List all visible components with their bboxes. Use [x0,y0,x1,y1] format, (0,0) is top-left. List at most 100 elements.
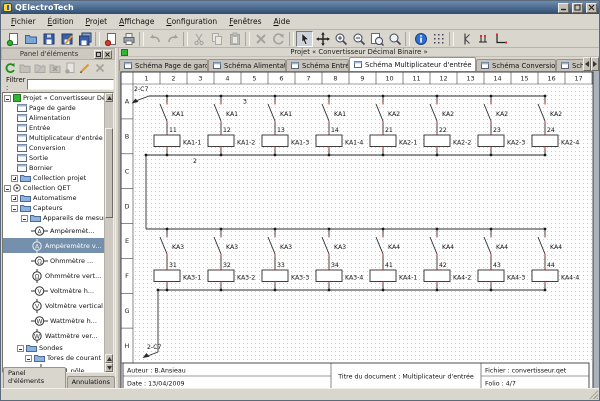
tree-item-sortie[interactable]: Sortie [3,153,104,163]
menu-edition[interactable]: Édition [42,15,80,28]
expander-collapsed-icon[interactable] [11,175,18,182]
menu-projet[interactable]: Projet [80,15,114,28]
close-file-button[interactable] [102,31,119,47]
grid-button[interactable] [430,31,447,47]
open-button[interactable] [22,31,39,47]
add-terminal-button[interactable] [474,31,491,47]
cut-button[interactable] [190,31,207,47]
title-bar[interactable]: QElectroTech [1,1,599,14]
tree-item-appareils-de-mesure[interactable]: Appareils de mesure [3,213,104,223]
scrollbar-thumb[interactable] [105,128,113,218]
expander-expanded-icon[interactable] [4,185,11,192]
copy-button[interactable] [208,31,225,47]
tree-item-bornier[interactable]: Bornier [3,163,104,173]
scroll-up-button[interactable] [105,93,113,102]
expander-expanded-icon[interactable] [17,345,24,352]
zoom-reset-button[interactable] [386,31,403,47]
diagram-canvas[interactable]: 1234567891011121314151617 ABCDEFGH 2-C7 … [119,71,599,388]
zoom-fit-button[interactable] [368,31,385,47]
svg-text:W: W [34,333,40,340]
menu-fenetres[interactable]: Fenêtres [223,15,267,28]
scroll-down-button[interactable] [105,363,113,372]
menu-configuration[interactable]: Configuration [160,15,223,28]
scroll-up-button-2[interactable] [105,354,113,363]
maximize-button[interactable] [572,3,583,13]
add-conductor-button[interactable] [492,31,509,47]
tree-item-wattmetre-h[interactable]: W Wattmètre h... [3,313,104,328]
tree-item-automatisme[interactable]: Automatisme [3,193,104,203]
dock-float-button[interactable] [94,50,103,59]
edit-element-button[interactable] [78,61,92,75]
tab-schema-conversion[interactable]: Schéma Conversion [476,59,556,71]
print-button[interactable] [120,31,137,47]
new-document-button[interactable] [4,31,21,47]
tab-schema-page-de-garde[interactable]: Schéma Page de garde [119,59,208,71]
svg-text:F: F [125,272,129,280]
tab-annulations[interactable]: Annulations [67,376,115,388]
save-all-button[interactable] [76,31,93,47]
tab-schema-multiplicateur[interactable]: Schéma Multiplicateur d'entrée [349,57,476,71]
svg-text:KA3: KA3 [280,244,292,251]
tree-item-capteurs[interactable]: Capteurs [3,203,104,213]
save-button[interactable] [40,31,57,47]
redo-button[interactable] [164,31,181,47]
reload-collections-button[interactable] [3,61,17,75]
tree-item-tores-de-courant[interactable]: Tores de courant [3,353,104,363]
title-block[interactable]: Auteur : B.Ansieau Date : 13/04/2009 Tit… [123,363,589,388]
close-button[interactable] [586,3,597,13]
tree-item-ohmmetre-v[interactable]: Ω Ohmmètre vert... [3,268,104,283]
new-element-button[interactable] [63,61,77,75]
delete-button[interactable] [252,31,269,47]
app-icon[interactable] [3,3,12,12]
undo-button[interactable] [146,31,163,47]
tree-item-amperemetre-h[interactable]: A Ampèremèt... [3,223,104,238]
tree-item-wattmetre-v[interactable]: W Wattmètre ver... [3,328,104,343]
expander-expanded-icon[interactable] [4,95,11,102]
menu-aide[interactable]: Aide [267,15,296,28]
tree-item-voltmetre-h[interactable]: V Voltmètre h... [3,283,104,298]
tree-item-amperemetre-v[interactable]: A Ampèremètre v... [3,238,104,253]
tree-item-voltmetre-v[interactable]: V Voltmètre vertical [3,298,104,313]
tab-scroll-right-button[interactable] [591,57,599,71]
add-text-button[interactable] [456,31,473,47]
tree-item-conversion[interactable]: Conversion [3,143,104,153]
menu-affichage[interactable]: Affichage [113,15,160,28]
expander-expanded-icon[interactable] [11,205,18,212]
expander-expanded-icon[interactable] [21,215,28,222]
move-tool-button[interactable] [314,31,331,47]
edit-category-button[interactable] [33,61,47,75]
tab-panel-elements[interactable]: Panel d'éléments [3,367,66,388]
zoom-in-button[interactable] [332,31,349,47]
new-category-button[interactable] [18,61,32,75]
expander-collapsed-icon[interactable] [11,195,18,202]
tree-item-sondes[interactable]: Sondes [3,343,104,353]
tree-item-page-de-garde[interactable]: Page de garde [3,103,104,113]
tab-scroll-left-button[interactable] [583,57,591,71]
tree-item-project[interactable]: Projet « Convertisseur Déci... [3,93,104,103]
paste-button[interactable] [226,31,243,47]
save-as-button[interactable] [58,31,75,47]
zoom-out-button[interactable] [350,31,367,47]
dock-title-bar[interactable]: Panel d'éléments [1,48,115,60]
tab-schema-alimentation[interactable]: Schéma Alimentation [208,59,286,71]
tree-item-alimentation[interactable]: Alimentation [3,113,104,123]
tree-scrollbar[interactable] [104,93,113,372]
delete-element-button[interactable] [93,61,107,75]
menu-fichier[interactable]: Fichier [5,15,42,28]
resize-grip[interactable] [589,390,598,399]
tree-item-multiplicateur[interactable]: Multiplicateur d'entrée [3,133,104,143]
expander-expanded-icon[interactable] [25,355,32,362]
tree-item-entree[interactable]: Entrée [3,123,104,133]
project-window-bar[interactable]: Projet « Convertisseur Décimal Binaire » [119,48,599,57]
rotate-button[interactable] [270,31,287,47]
tree-item-collection-qet[interactable]: Collection QET [3,183,104,193]
tree-item-ohmmetre-h[interactable]: Ω Ohmmètre ... [3,253,104,268]
minimize-button[interactable] [558,3,569,13]
diagram-info-button[interactable] [412,31,429,47]
tree-item-collection-projet[interactable]: Collection projet [3,173,104,183]
tab-schema-entree[interactable]: Schéma Entrée [286,59,349,71]
filter-input[interactable] [27,79,114,90]
select-tool-button[interactable] [296,31,313,47]
dock-close-button[interactable] [103,50,112,59]
delete-category-button[interactable] [48,61,62,75]
